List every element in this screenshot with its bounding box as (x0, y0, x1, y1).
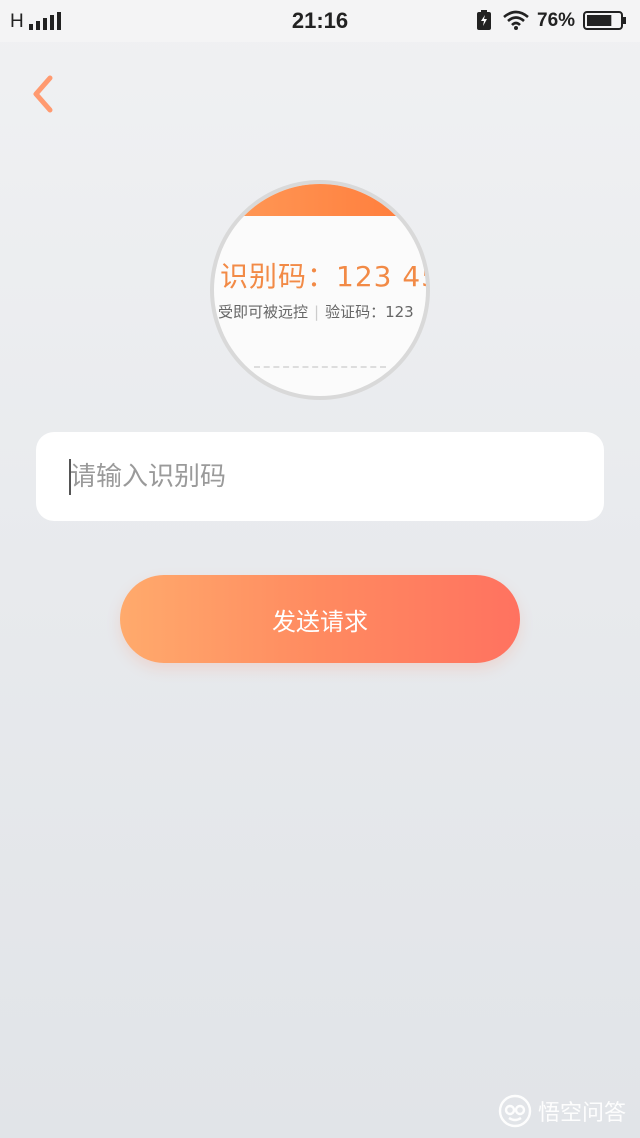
send-request-button[interactable]: 发送请求 (120, 575, 520, 663)
back-button[interactable] (26, 72, 66, 116)
wifi-icon (503, 10, 529, 30)
battery-saver-icon (477, 10, 491, 30)
illustration-header (214, 184, 426, 216)
wukong-logo-icon (498, 1094, 532, 1128)
watermark: 悟空问答 (498, 1094, 626, 1128)
status-bar: H 21:16 76% (0, 0, 640, 42)
code-input-container (36, 432, 604, 521)
watermark-text: 悟空问答 (537, 1101, 626, 1126)
illustration-dashed-divider (254, 366, 386, 368)
illustration-tip-right: 验证码：123 (325, 303, 414, 321)
code-input[interactable] (70, 432, 590, 521)
illustration-code-text: 识别码：123 45 (220, 260, 426, 293)
illustration-tip-left: 受即可被远控 (218, 303, 309, 321)
battery-percent: 76% (537, 10, 576, 31)
code-hint-illustration: 识别码：123 45 受即可被远控 | 验证码：123 (214, 184, 426, 396)
chevron-left-icon (33, 75, 53, 113)
illustration-divider: | (314, 303, 320, 321)
battery-icon (583, 11, 626, 30)
illustration-tip-text: 受即可被远控 | 验证码：123 (218, 301, 414, 322)
